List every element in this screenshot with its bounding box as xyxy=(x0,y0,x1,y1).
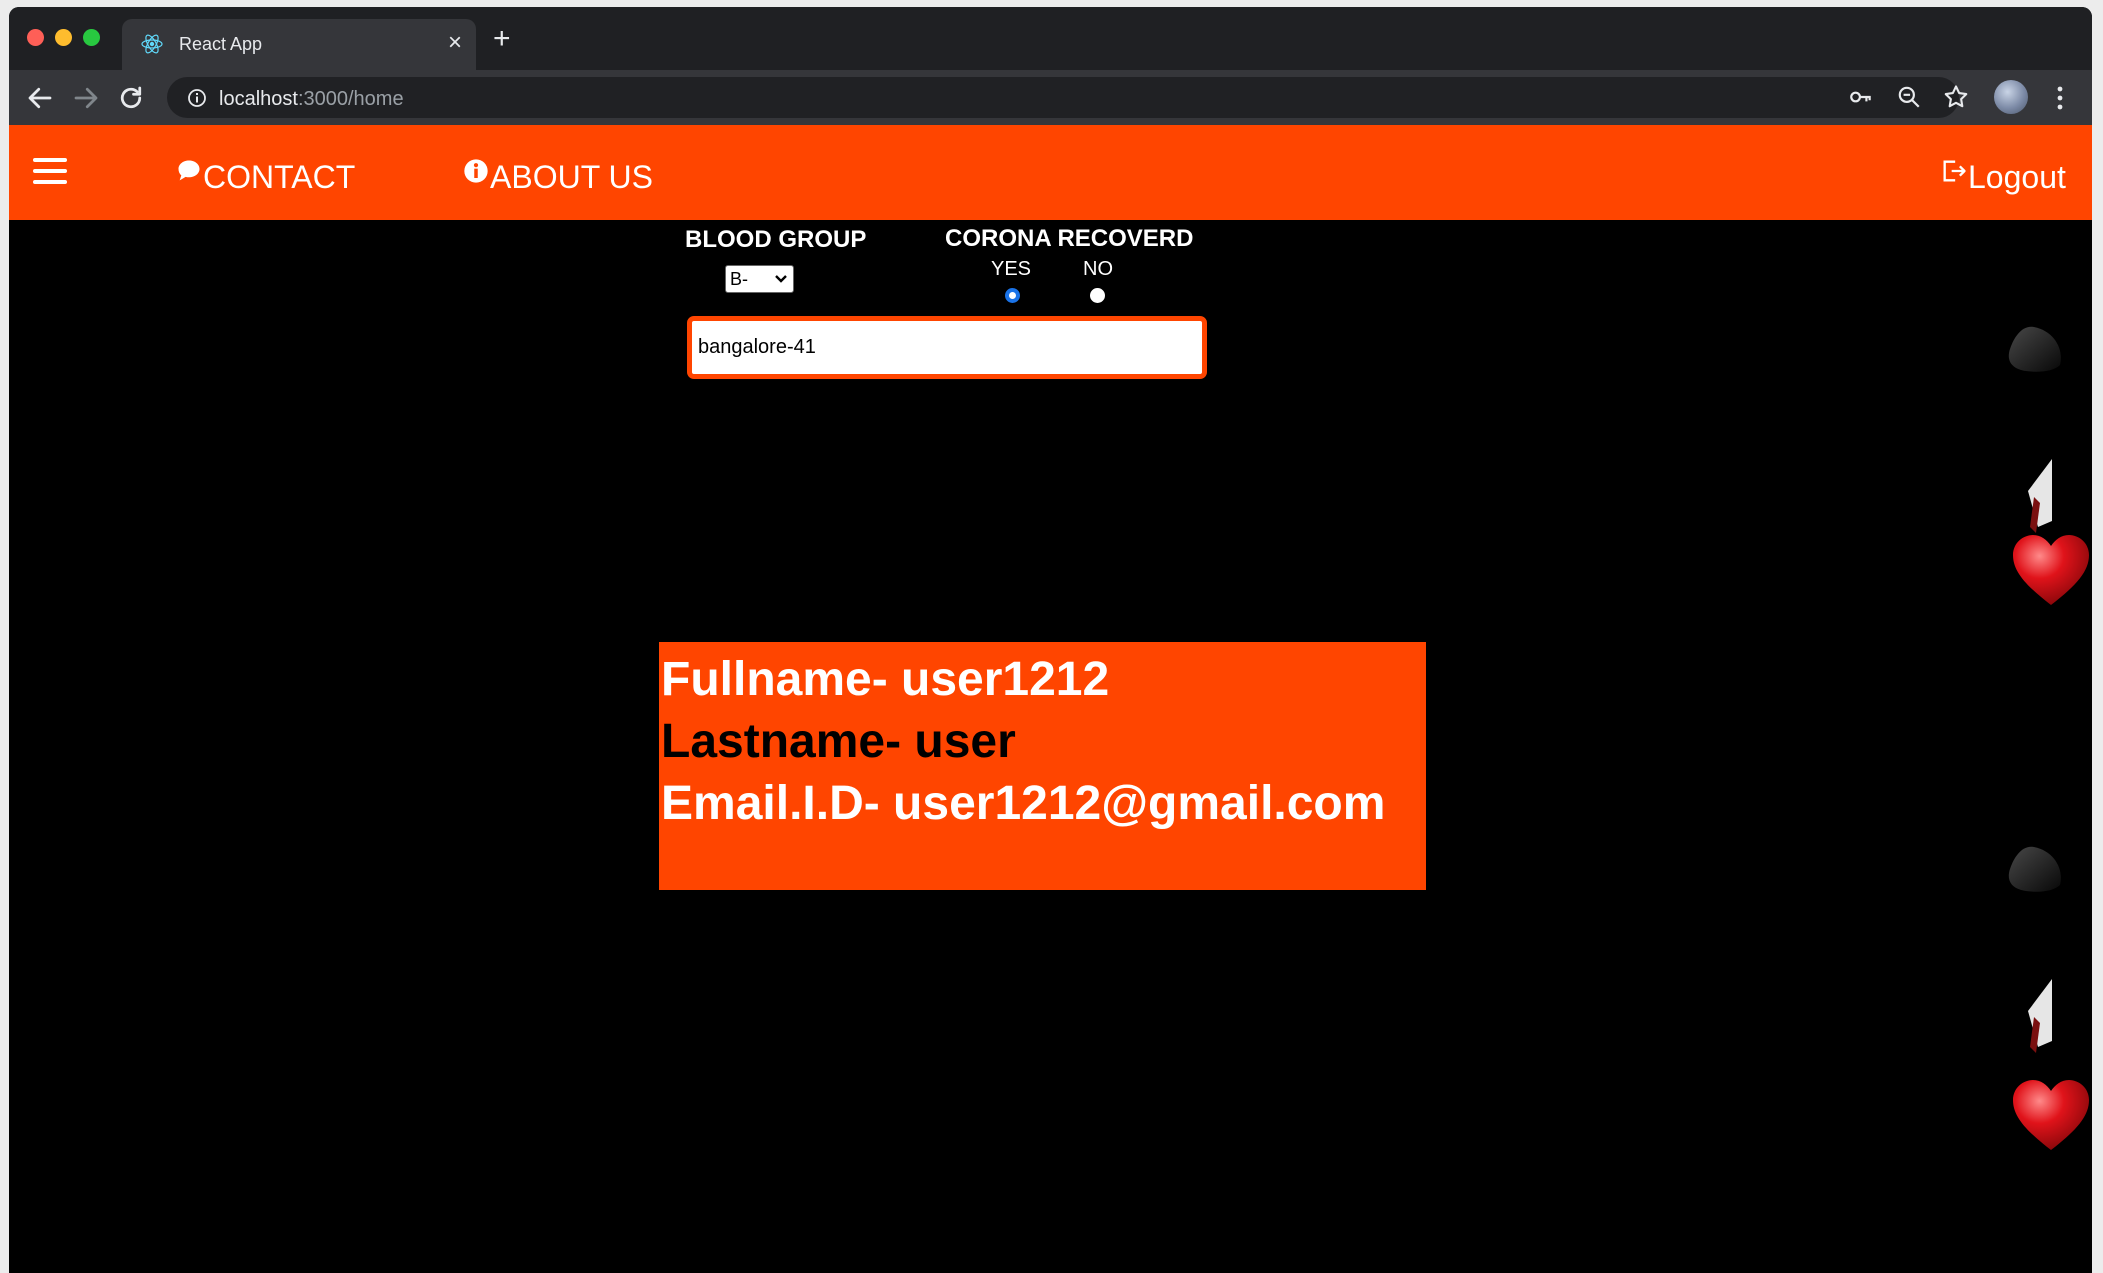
logout-link[interactable]: Logout xyxy=(1940,159,2066,196)
logout-label: Logout xyxy=(1968,159,2066,195)
maximize-window-button[interactable] xyxy=(83,29,100,46)
url-text: localhost:3000/home xyxy=(219,88,404,111)
nav-about-link[interactable]: ABOUT US xyxy=(462,159,653,196)
blood-group-label: BLOOD GROUP xyxy=(685,226,867,253)
shadow-figure-image xyxy=(2008,326,2061,533)
radio-no-label: NO xyxy=(1083,258,1113,280)
tab-title: React App xyxy=(179,34,263,54)
profile-avatar[interactable] xyxy=(1994,80,2028,114)
nav-contact-link[interactable]: CONTACT xyxy=(175,159,355,196)
url-path: :3000/home xyxy=(297,88,404,110)
zoom-icon[interactable] xyxy=(1896,84,1922,110)
blood-group-value: B- xyxy=(730,269,748,289)
user-info-card: Fullname- user1212 Lastname- user Email.… xyxy=(659,642,1426,890)
tab-strip: React App × + xyxy=(9,7,2092,70)
address-bar[interactable]: localhost:3000/home xyxy=(167,77,1959,118)
minimize-window-button[interactable] xyxy=(55,29,72,46)
location-input[interactable]: bangalore-41 xyxy=(687,316,1207,379)
more-menu-icon[interactable] xyxy=(2055,84,2065,112)
info-circle-icon xyxy=(464,159,488,183)
corona-recovered-label: CORONA RECOVERD xyxy=(945,225,1194,252)
email-text: Email.I.D- user1212@gmail.com xyxy=(661,777,1386,830)
new-tab-button[interactable]: + xyxy=(493,24,511,54)
key-icon[interactable] xyxy=(1848,84,1874,110)
heart-icon xyxy=(2013,1080,2089,1150)
reload-icon[interactable] xyxy=(116,83,146,113)
chat-bubble-icon xyxy=(178,160,200,181)
logout-icon xyxy=(1943,160,1966,182)
browser-toolbar: localhost:3000/home xyxy=(9,70,2092,125)
forward-arrow-icon[interactable] xyxy=(71,83,101,113)
bookmark-star-icon[interactable] xyxy=(1942,83,1970,111)
fullname-text: Fullname- user1212 xyxy=(661,653,1110,706)
heart-icon xyxy=(2013,535,2089,605)
close-window-button[interactable] xyxy=(27,29,44,46)
chevron-down-icon xyxy=(775,275,787,283)
site-info-icon[interactable] xyxy=(187,88,207,108)
app-navbar: CONTACT ABOUT US Logout xyxy=(9,125,2092,220)
radio-yes-label: YES xyxy=(991,258,1032,280)
tab-close-icon[interactable]: × xyxy=(448,30,462,56)
hamburger-menu-icon[interactable] xyxy=(33,158,67,184)
radio-no[interactable] xyxy=(1090,288,1105,303)
lastname-text: Lastname- user xyxy=(661,715,1016,768)
react-favicon-icon xyxy=(141,34,163,54)
shadow-figure-image xyxy=(2008,846,2061,1053)
browser-window: React App × + localhost:3000/home CONTAC… xyxy=(9,7,2092,1273)
radio-yes[interactable] xyxy=(1005,288,1020,303)
blood-group-select[interactable]: B- xyxy=(725,265,794,293)
url-host: localhost xyxy=(219,88,298,110)
nav-contact-label: CONTACT xyxy=(203,159,356,195)
browser-tab[interactable]: React App × xyxy=(122,19,476,70)
back-arrow-icon[interactable] xyxy=(25,83,55,113)
nav-about-label: ABOUT US xyxy=(490,159,653,195)
